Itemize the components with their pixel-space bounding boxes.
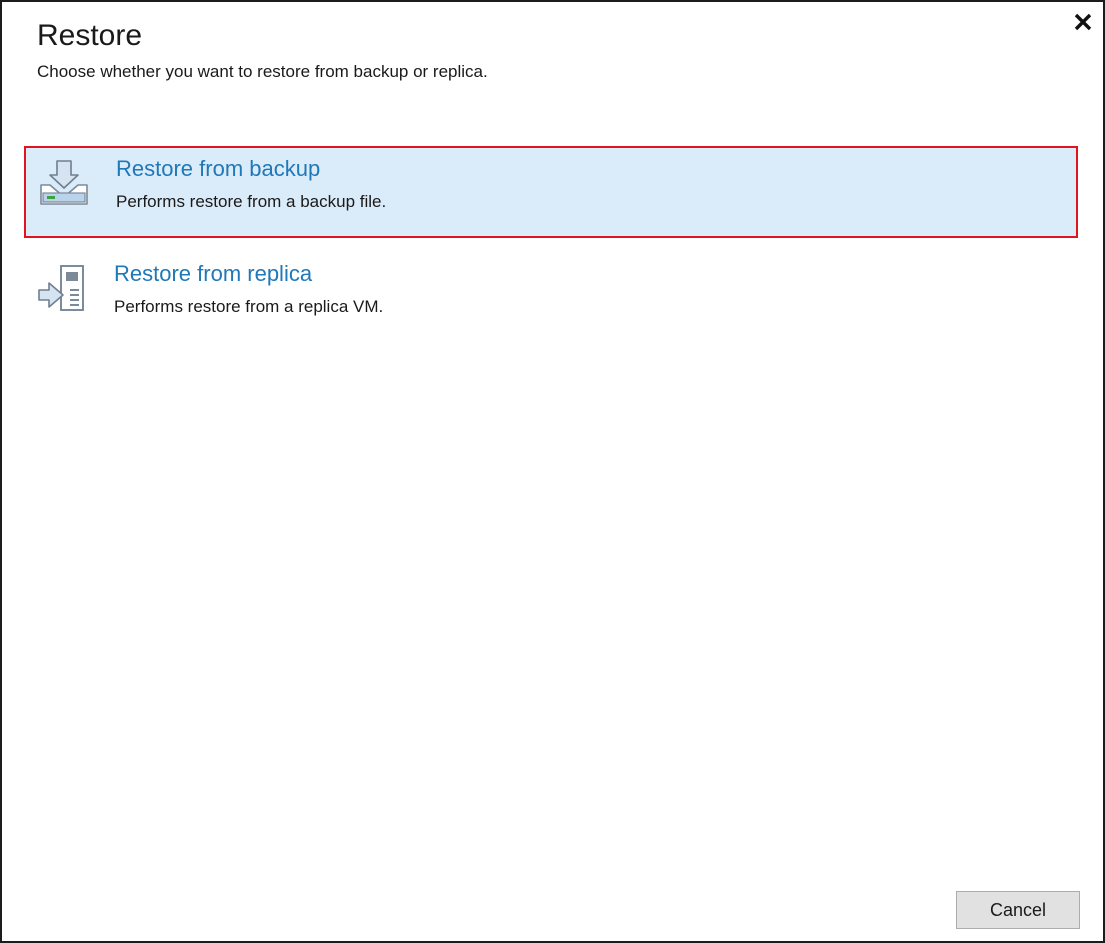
option-description: Performs restore from a backup file. — [116, 192, 387, 211]
option-restore-from-replica[interactable]: Restore from replica Performs restore fr… — [24, 253, 1078, 345]
option-restore-from-backup[interactable]: Restore from backup Performs restore fro… — [24, 146, 1078, 238]
restore-backup-icon — [38, 158, 90, 210]
close-button[interactable] — [1070, 10, 1096, 34]
restore-replica-icon — [36, 263, 88, 315]
restore-dialog: Restore Choose whether you want to resto… — [0, 0, 1105, 943]
dialog-title: Restore — [37, 19, 143, 52]
option-title: Restore from backup — [116, 156, 321, 181]
dialog-subtitle: Choose whether you want to restore from … — [37, 62, 488, 81]
option-description: Performs restore from a replica VM. — [114, 297, 384, 316]
close-icon — [1074, 13, 1092, 31]
option-title: Restore from replica — [114, 261, 313, 286]
cancel-button[interactable]: Cancel — [956, 891, 1080, 929]
